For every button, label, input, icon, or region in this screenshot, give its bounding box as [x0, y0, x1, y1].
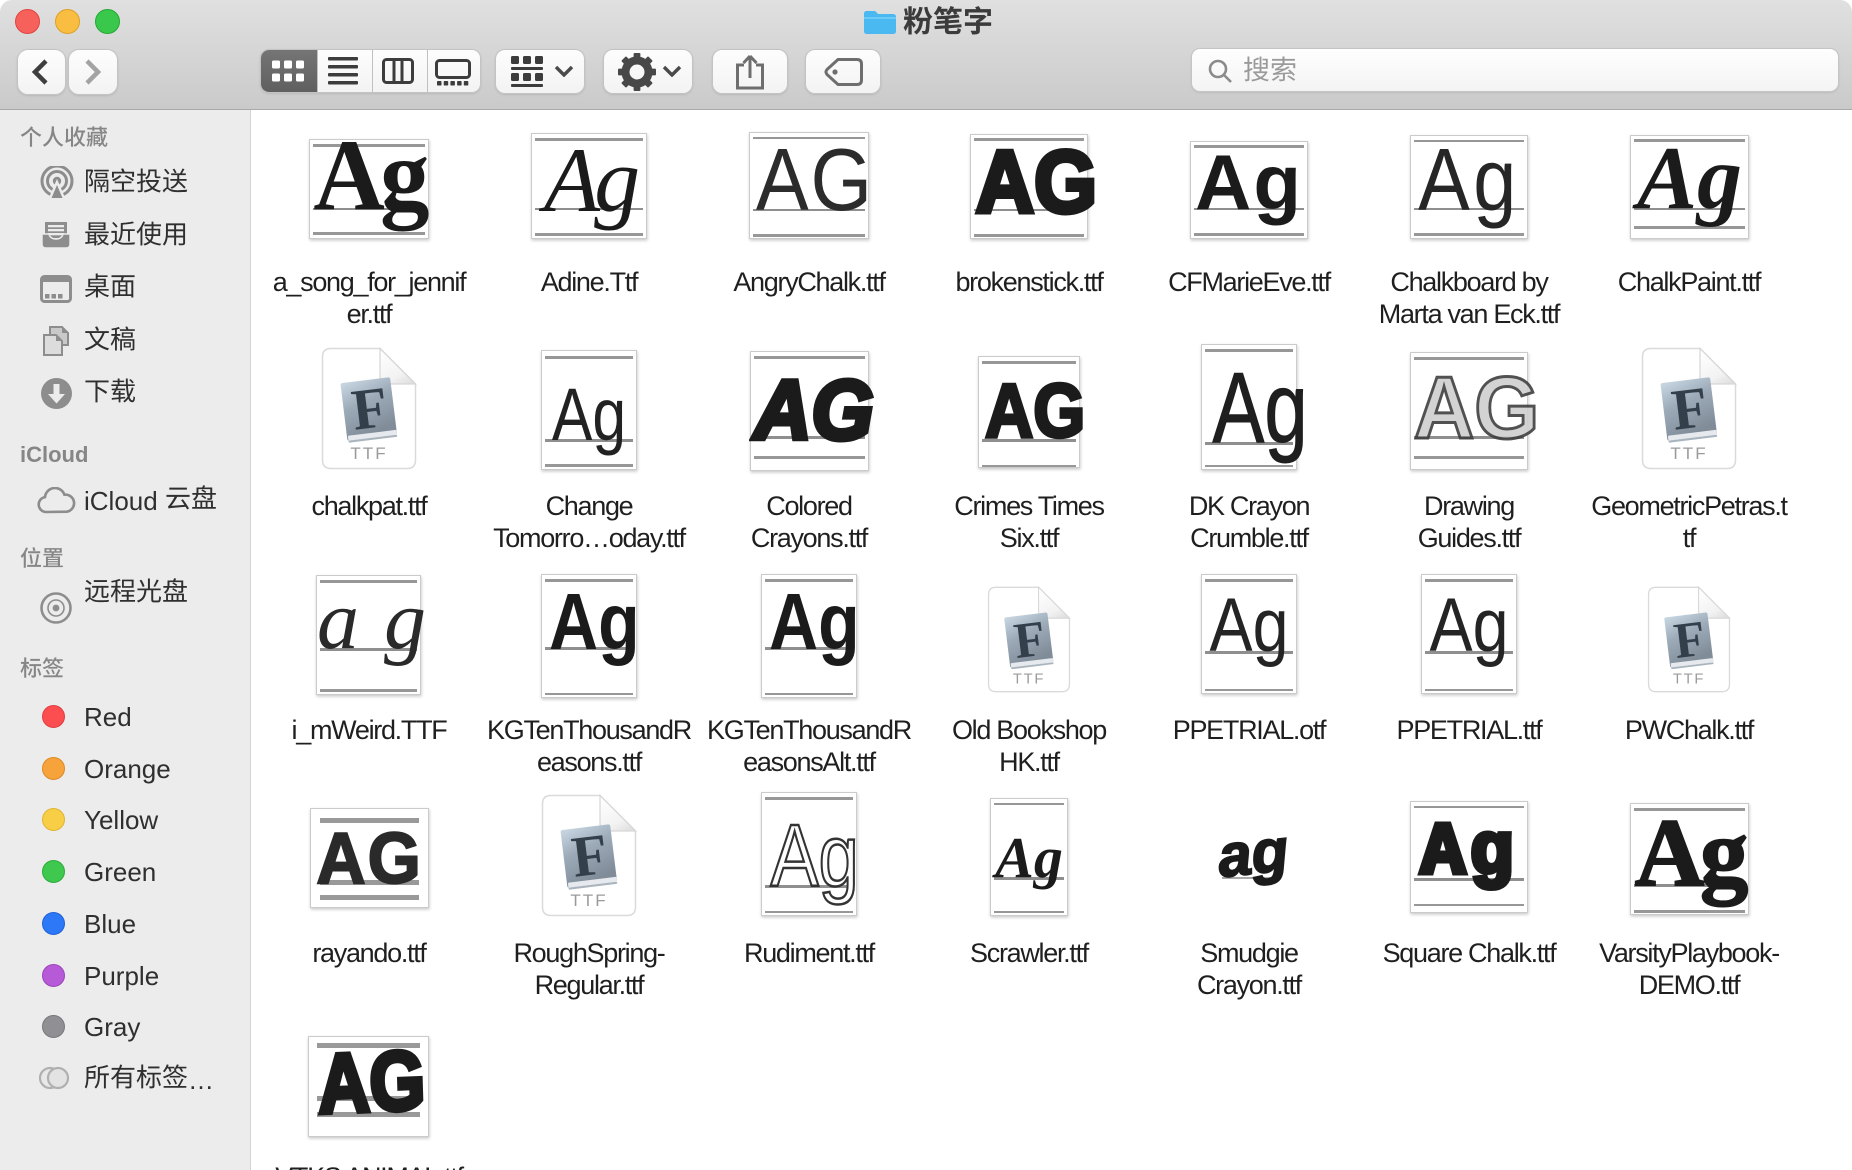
svg-text:TTF: TTF — [570, 891, 607, 910]
svg-text:TTF: TTF — [1673, 671, 1705, 687]
svg-text:TTF: TTF — [1013, 671, 1045, 687]
svg-text:TTF: TTF — [350, 444, 387, 463]
svg-text:TTF: TTF — [1670, 444, 1707, 463]
